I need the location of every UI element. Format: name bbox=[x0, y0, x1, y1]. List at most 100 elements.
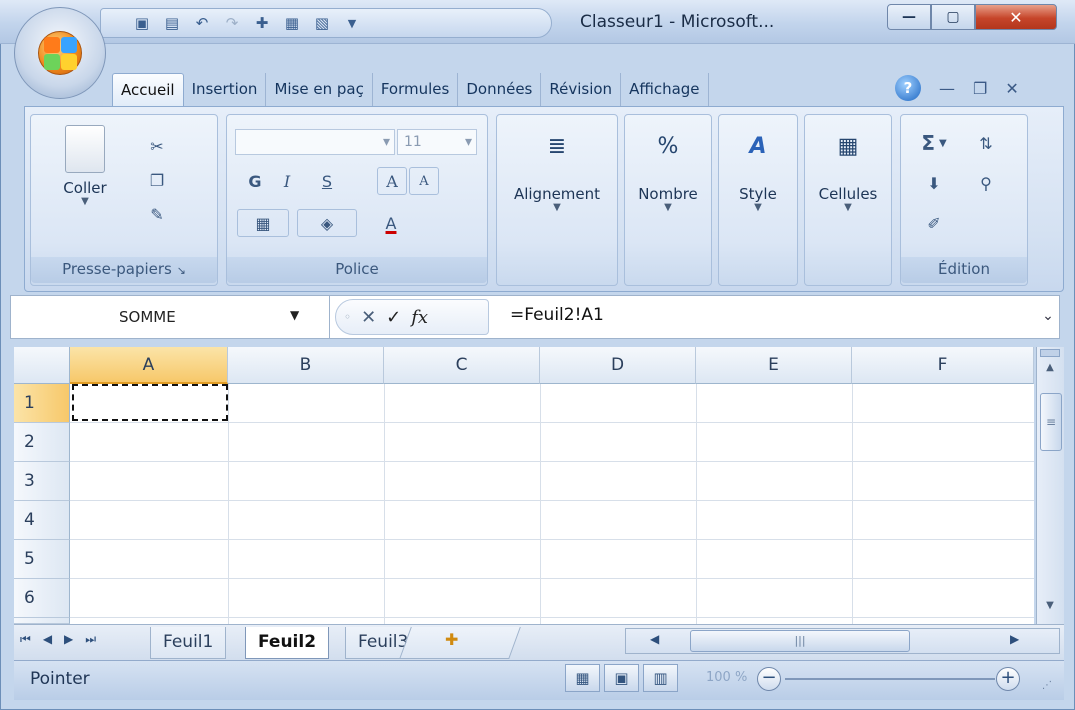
row-header-4[interactable]: 4 bbox=[14, 501, 70, 540]
copy-marquee-a1[interactable] bbox=[72, 384, 228, 421]
redo-icon[interactable]: ↷ bbox=[221, 13, 243, 33]
office-logo-icon bbox=[38, 31, 82, 75]
preview-icon[interactable]: ▧ bbox=[311, 13, 333, 33]
sheet-tab-feuil2[interactable]: Feuil2 bbox=[245, 627, 330, 659]
split-box[interactable] bbox=[1040, 349, 1060, 357]
zoom-level[interactable]: 100 % bbox=[706, 670, 747, 685]
column-header-a[interactable]: A bbox=[70, 347, 228, 384]
vertical-scrollbar[interactable] bbox=[1036, 347, 1064, 624]
name-box-dropdown-icon[interactable]: ▼ bbox=[290, 308, 299, 322]
font-color-button[interactable]: A bbox=[361, 209, 421, 237]
first-sheet-icon[interactable]: ⏮ bbox=[20, 632, 31, 647]
workbook-minimize-icon[interactable]: — bbox=[939, 79, 955, 98]
borders-icon[interactable]: ▦ bbox=[237, 209, 289, 237]
gridline bbox=[852, 384, 853, 624]
group-number[interactable]: % Nombre ▼ bbox=[624, 114, 712, 286]
style-label: Style bbox=[739, 185, 777, 203]
cut-icon[interactable]: ✂ bbox=[143, 133, 171, 159]
tab-donnees[interactable]: Données bbox=[458, 73, 542, 107]
minimize-button[interactable]: — bbox=[887, 4, 931, 30]
clear-icon[interactable]: ✐ bbox=[911, 209, 957, 237]
group-label-clipboard: Presse-papiers ↘ bbox=[31, 257, 217, 283]
enter-formula-button[interactable]: ✓ bbox=[386, 307, 401, 328]
column-header-b[interactable]: B bbox=[228, 347, 384, 384]
grow-font-button[interactable]: A bbox=[377, 167, 407, 195]
next-sheet-icon[interactable]: ▶ bbox=[64, 632, 73, 647]
zoom-in-button[interactable]: + bbox=[996, 667, 1020, 691]
select-all-corner[interactable] bbox=[14, 347, 70, 384]
scroll-right-icon[interactable]: ▶ bbox=[1010, 632, 1019, 646]
insert-function-button[interactable]: fx bbox=[411, 307, 428, 328]
row-header-1[interactable]: 1 bbox=[14, 384, 70, 423]
vertical-scroll-thumb[interactable]: ≡ bbox=[1040, 393, 1062, 451]
tab-revision[interactable]: Révision bbox=[541, 73, 622, 107]
save-icon[interactable]: ▣ bbox=[131, 13, 153, 33]
font-name-input[interactable]: ▾ bbox=[235, 129, 395, 155]
sheet-tab-feuil1[interactable]: Feuil1 bbox=[150, 627, 227, 659]
tab-formules[interactable]: Formules bbox=[373, 73, 459, 107]
insert-sheet-button[interactable] bbox=[399, 627, 521, 659]
format-painter-icon[interactable]: ✎ bbox=[143, 201, 171, 227]
last-sheet-icon[interactable]: ⏭ bbox=[85, 632, 96, 647]
tab-accueil[interactable]: Accueil bbox=[112, 73, 184, 107]
zoom-slider[interactable] bbox=[785, 678, 995, 680]
formula-input[interactable]: =Feuil2!A1 bbox=[510, 305, 604, 325]
resize-grip-icon[interactable]: ⋰ bbox=[1042, 680, 1052, 691]
prev-sheet-icon[interactable]: ◀ bbox=[43, 632, 52, 647]
tab-insertion[interactable]: Insertion bbox=[184, 73, 267, 107]
normal-view-icon[interactable]: ▦ bbox=[565, 664, 600, 692]
horizontal-scroll-thumb[interactable]: ||| bbox=[690, 630, 910, 652]
column-header-f[interactable]: F bbox=[852, 347, 1034, 384]
group-label-font: Police bbox=[227, 257, 487, 283]
group-alignment[interactable]: ≣ Alignement ▼ bbox=[496, 114, 618, 286]
copy-icon[interactable]: ❐ bbox=[143, 167, 171, 193]
row-header-2[interactable]: 2 bbox=[14, 423, 70, 462]
column-header-c[interactable]: C bbox=[384, 347, 540, 384]
page-break-view-icon[interactable]: ▥ bbox=[643, 664, 678, 692]
chart-icon[interactable]: ▦ bbox=[281, 13, 303, 33]
help-icon[interactable]: ? bbox=[895, 75, 921, 101]
scroll-up-icon[interactable]: ▲ bbox=[1040, 362, 1060, 380]
gridline bbox=[70, 422, 1034, 423]
window-title: Classeur1 - Microsoft... bbox=[580, 12, 775, 32]
paste-button[interactable]: Coller ▼ bbox=[55, 125, 115, 207]
workbook-close-icon[interactable]: ✕ bbox=[1005, 79, 1018, 98]
font-size-input[interactable]: 11 ▾ bbox=[397, 129, 477, 155]
scroll-down-icon[interactable]: ▼ bbox=[1040, 600, 1060, 618]
scroll-left-icon[interactable]: ◀ bbox=[650, 632, 659, 646]
close-button[interactable]: ✕ bbox=[975, 4, 1057, 30]
fill-color-icon[interactable]: ◈ bbox=[297, 209, 357, 237]
insert-table-icon[interactable]: ✚ bbox=[251, 13, 273, 33]
cells-label: Cellules bbox=[818, 185, 878, 203]
tab-affichage[interactable]: Affichage bbox=[621, 73, 709, 107]
row-header-5[interactable]: 5 bbox=[14, 540, 70, 579]
expand-formula-bar-icon[interactable]: ⌄ bbox=[1038, 300, 1058, 332]
sort-filter-icon[interactable]: ⇅ bbox=[963, 129, 1009, 157]
fill-icon[interactable]: ⬇ bbox=[911, 169, 957, 197]
qat-dropdown-icon[interactable]: ▼ bbox=[341, 13, 363, 33]
gridline bbox=[228, 384, 229, 624]
column-header-d[interactable]: D bbox=[540, 347, 696, 384]
maximize-button[interactable]: ▢ bbox=[931, 4, 975, 30]
autosum-button[interactable]: Σ ▼ bbox=[911, 129, 957, 157]
italic-button[interactable]: I bbox=[273, 167, 301, 195]
cancel-formula-button[interactable]: ✕ bbox=[361, 307, 376, 328]
group-style[interactable]: A Style ▼ bbox=[718, 114, 798, 286]
undo-icon[interactable]: ↶ bbox=[191, 13, 213, 33]
name-box[interactable]: SOMME bbox=[10, 295, 330, 339]
bold-button[interactable]: G bbox=[241, 167, 269, 195]
workbook-restore-icon[interactable]: ❐ bbox=[973, 79, 987, 98]
zoom-out-button[interactable]: − bbox=[757, 667, 781, 691]
tab-mise-en-page[interactable]: Mise en paç bbox=[266, 73, 373, 107]
print-icon[interactable]: ▤ bbox=[161, 13, 183, 33]
find-icon[interactable]: ⚲ bbox=[963, 169, 1009, 197]
column-header-e[interactable]: E bbox=[696, 347, 852, 384]
shrink-font-button[interactable]: A bbox=[409, 167, 439, 195]
row-header-6[interactable]: 6 bbox=[14, 579, 70, 618]
row-header-3[interactable]: 3 bbox=[14, 462, 70, 501]
page-layout-view-icon[interactable]: ▣ bbox=[604, 664, 639, 692]
underline-button[interactable]: S bbox=[307, 167, 347, 195]
formula-options-icon[interactable]: ◦ bbox=[344, 310, 351, 324]
group-editing: Σ ▼ ⇅ ⬇ ⚲ ✐ Édition bbox=[900, 114, 1028, 286]
group-cells[interactable]: ▦ Cellules ▼ bbox=[804, 114, 892, 286]
